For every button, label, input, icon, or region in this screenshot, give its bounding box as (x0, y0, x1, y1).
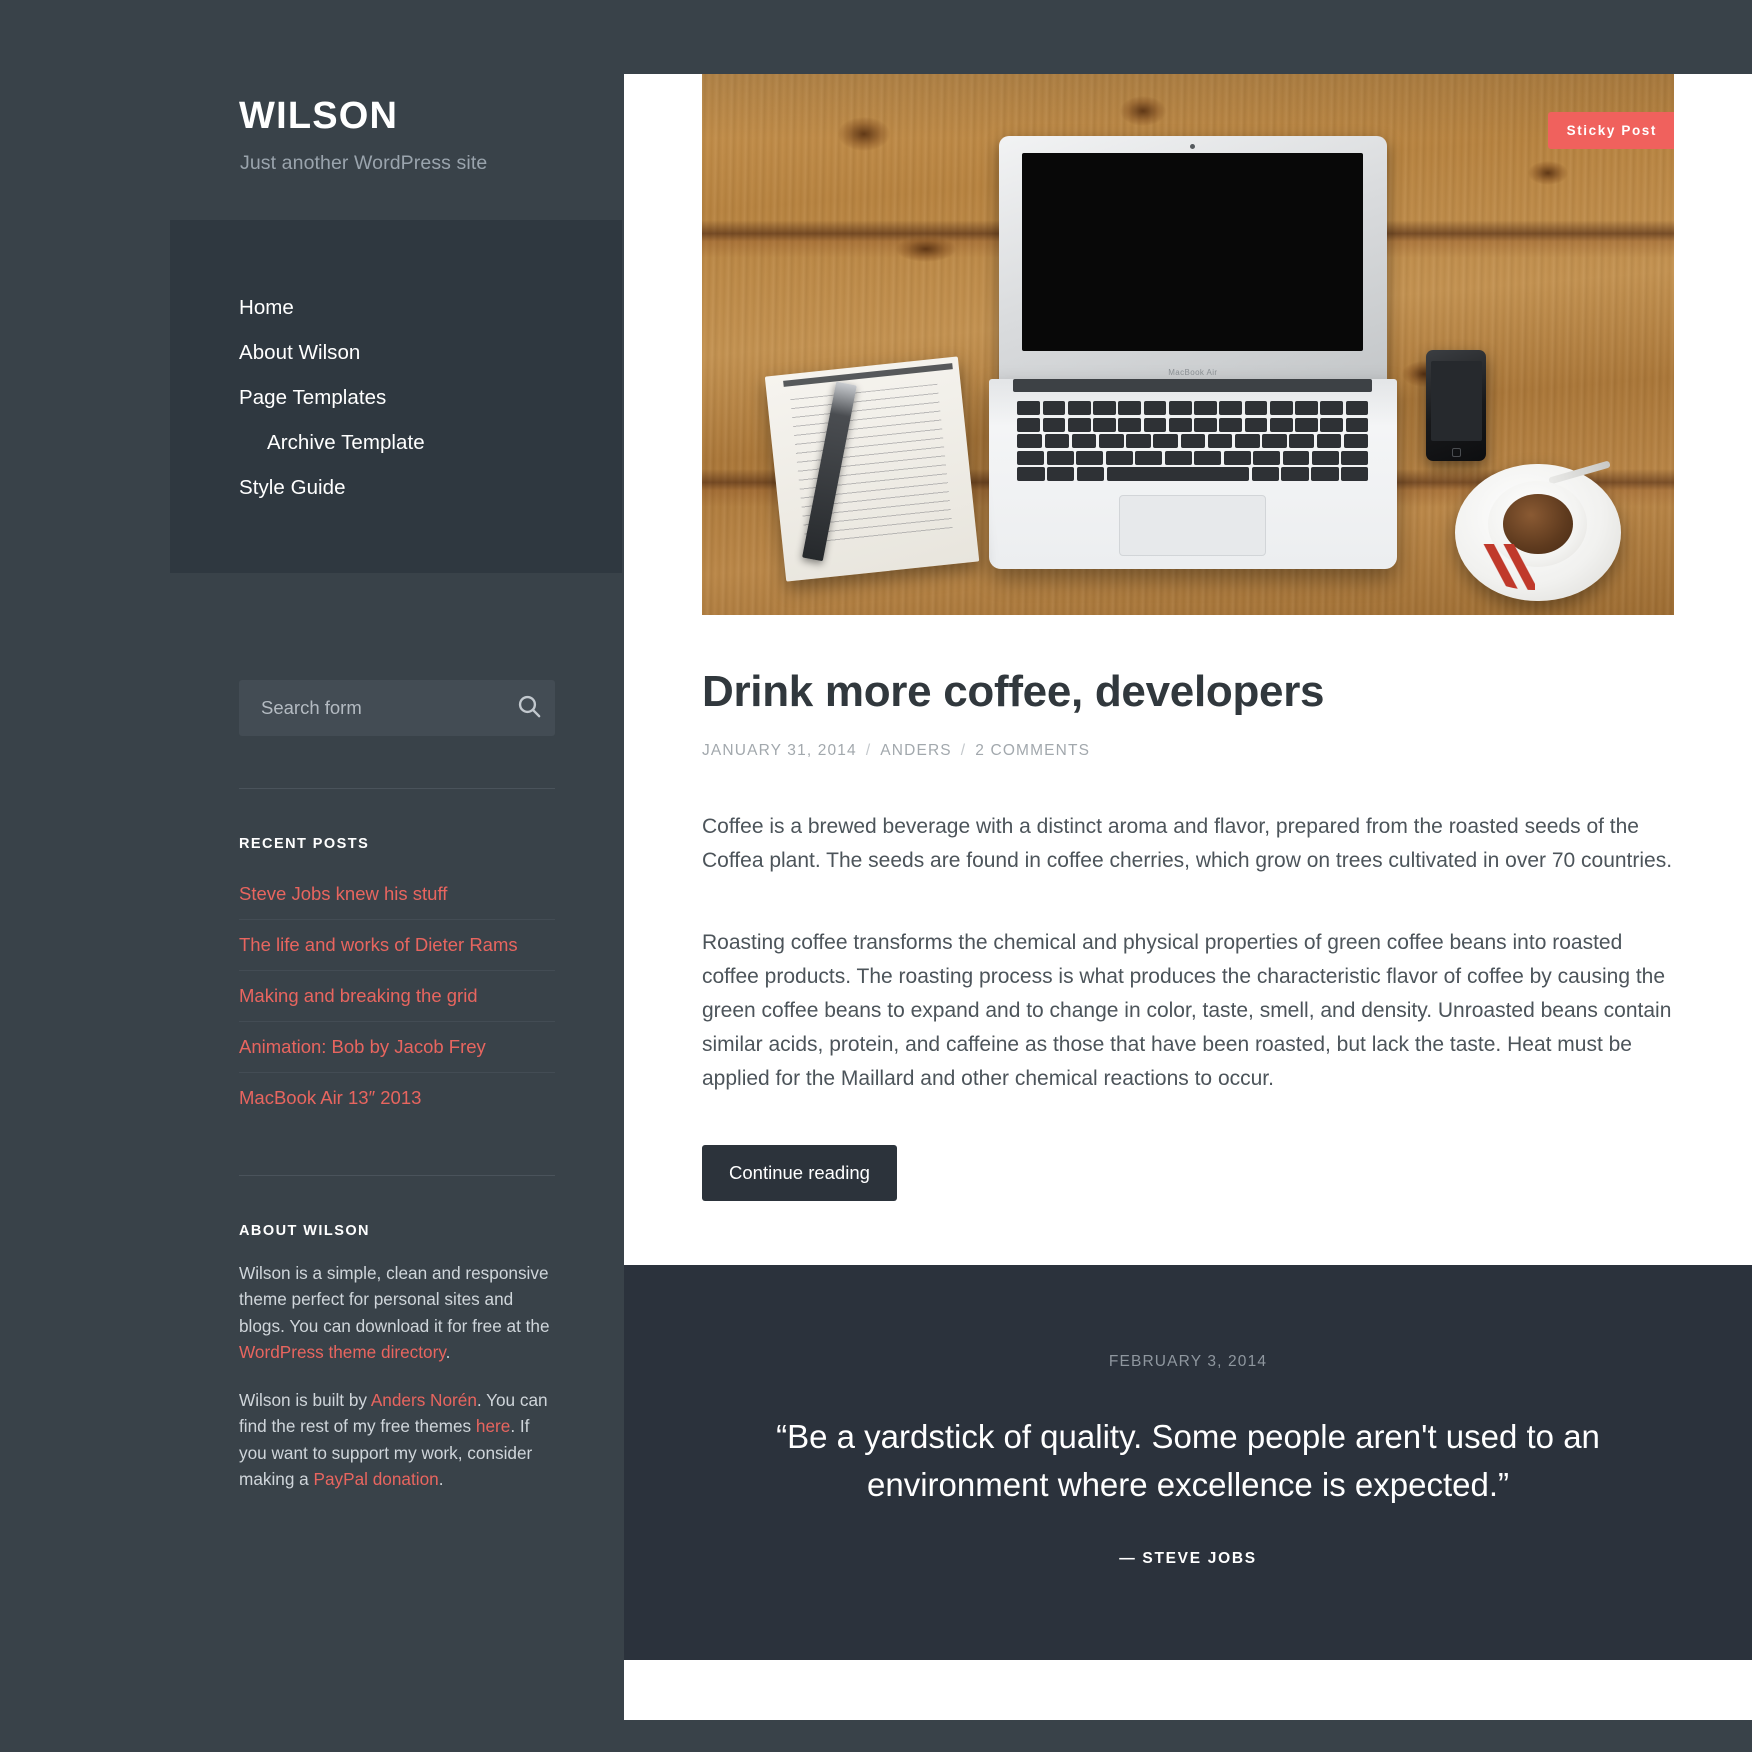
nav-link-archive-template[interactable]: Archive Template (170, 421, 622, 466)
about-paragraph-2: Wilson is built by Anders Norén. You can… (239, 1387, 555, 1493)
nav-item-home[interactable]: Home (170, 286, 622, 331)
laptop-keyboard (1017, 401, 1369, 482)
nav-link-about-wilson[interactable]: About Wilson (170, 331, 622, 376)
page-title[interactable]: Drink more coffee, developers (702, 667, 1674, 718)
nav-link-page-templates[interactable]: Page Templates (170, 376, 622, 421)
keyboard-row (1017, 417, 1369, 432)
widget-about-wilson: About Wilson Wilson is a simple, clean a… (239, 1223, 555, 1493)
laptop-hinge (1013, 378, 1373, 392)
post-body: Coffee is a brewed beverage with a disti… (702, 810, 1674, 1096)
featured-image[interactable]: MacBook Air Sticky Post (702, 74, 1674, 615)
list-item[interactable]: Animation: Bob by Jacob Frey (239, 1022, 555, 1073)
post-paragraph: Coffee is a brewed beverage with a disti… (702, 814, 1673, 872)
iphone-icon (1426, 349, 1487, 461)
laptop-lid: MacBook Air (998, 136, 1387, 383)
about-paragraph-1: Wilson is a simple, clean and responsive… (239, 1260, 555, 1366)
coffee-saucer-icon (1455, 460, 1621, 602)
laptop-base (988, 378, 1397, 569)
search-form[interactable] (239, 679, 555, 736)
notebook-icon (764, 356, 980, 582)
post-author-link[interactable]: Anders (880, 742, 952, 759)
site-title[interactable]: WILSON (239, 95, 624, 138)
keyboard-row (1017, 434, 1369, 449)
nav-list: Home About Wilson Page Templates Archive… (170, 286, 622, 511)
laptop-brand-label: MacBook Air (1168, 367, 1218, 377)
nav-item-style-guide[interactable]: Style Guide (170, 466, 622, 511)
nav-item-about-wilson[interactable]: About Wilson (170, 331, 622, 376)
anders-noren-link[interactable]: Anders Norén (371, 1390, 477, 1410)
status-badge: Sticky Post (1547, 112, 1674, 149)
keyboard-row (1017, 467, 1369, 482)
laptop-camera-icon (1190, 144, 1196, 150)
list-item[interactable]: Making and breaking the grid (239, 971, 555, 1022)
widget-recent-posts: Recent Posts Steve Jobs knew his stuff T… (239, 836, 555, 1123)
meta-separator: / (865, 741, 872, 759)
post-date-link[interactable]: January 31, 2014 (702, 742, 857, 759)
nav-item-page-templates[interactable]: Page Templates (170, 376, 622, 421)
recent-post-link[interactable]: Animation: Bob by Jacob Frey (239, 1022, 555, 1072)
recent-post-link[interactable]: Making and breaking the grid (239, 971, 555, 1021)
list-item[interactable]: Steve Jobs knew his stuff (239, 869, 555, 920)
phone-home-button-icon (1451, 447, 1461, 457)
recent-post-link[interactable]: MacBook Air 13″ 2013 (239, 1073, 555, 1123)
about-text-segment: . (445, 1342, 451, 1363)
wordpress-theme-directory-link[interactable]: WordPress theme directory (239, 1342, 446, 1362)
nav-item-archive-template[interactable]: Archive Template (170, 421, 622, 466)
coffee-cup-icon (1488, 481, 1588, 567)
widget-title-about-wilson: About Wilson (239, 1222, 370, 1239)
nav-link-style-guide[interactable]: Style Guide (170, 466, 622, 511)
paypal-donation-link[interactable]: PayPal donation (314, 1469, 439, 1489)
quote-text: “Be a yardstick of quality. Some people … (776, 1417, 1600, 1503)
post-article-quote: February 3, 2014 “Be a yardstick of qual… (624, 1264, 1752, 1661)
post-meta: January 31, 2014 / Anders / 2 Comments (702, 742, 1674, 760)
keyboard-row (1017, 401, 1369, 416)
phone-screen (1430, 360, 1482, 441)
list-item[interactable]: MacBook Air 13″ 2013 (239, 1073, 555, 1123)
primary-navigation: Home About Wilson Page Templates Archive… (170, 219, 622, 573)
post-comments-link[interactable]: 2 Comments (975, 742, 1090, 759)
post-article-sticky: MacBook Air Sticky Post Drink more coffe… (624, 74, 1752, 1265)
widget-divider-top (239, 787, 555, 789)
about-text-segment: Wilson is built by (239, 1389, 371, 1410)
macbook-air-icon: MacBook Air (988, 136, 1397, 569)
search-input[interactable] (239, 696, 504, 719)
meta-separator: / (960, 741, 967, 759)
free-themes-here-link[interactable]: here (476, 1416, 510, 1436)
laptop-trackpad (1119, 494, 1267, 556)
wood-knot-icon (1119, 95, 1166, 126)
search-submit-button[interactable] (504, 680, 555, 736)
list-item[interactable]: The life and works of Dieter Rams (239, 920, 555, 971)
next-post-placeholder (624, 1660, 1752, 1721)
widget-divider-bottom (239, 1174, 555, 1176)
laptop-screen (1022, 153, 1364, 351)
page-root: WILSON Just another WordPress site Home … (0, 0, 1752, 1752)
continue-reading-button[interactable]: Continue reading (702, 1144, 897, 1201)
coffee-liquid (1503, 494, 1573, 555)
about-text-segment: Wilson is a simple, clean and responsive… (239, 1262, 550, 1336)
quote-post-date[interactable]: February 3, 2014 (744, 1353, 1632, 1371)
main-content: MacBook Air Sticky Post Drink more coffe… (624, 0, 1752, 1752)
wood-knot-icon (1528, 160, 1569, 185)
search-icon (516, 693, 543, 723)
recent-post-link[interactable]: The life and works of Dieter Rams (239, 920, 555, 970)
site-tagline: Just another WordPress site (240, 151, 488, 174)
recent-post-link[interactable]: Steve Jobs knew his stuff (239, 869, 555, 919)
nav-link-home[interactable]: Home (170, 286, 622, 331)
about-text-segment: . (438, 1469, 444, 1490)
sidebar: WILSON Just another WordPress site Home … (0, 0, 624, 1752)
recent-posts-list: Steve Jobs knew his stuff The life and w… (239, 869, 555, 1123)
keyboard-row (1017, 450, 1369, 465)
widget-title-recent-posts: Recent Posts (239, 835, 370, 852)
post-paragraph: Roasting coffee transforms the chemical … (702, 930, 1672, 1090)
quote-attribution: — Steve Jobs (1119, 1550, 1257, 1568)
